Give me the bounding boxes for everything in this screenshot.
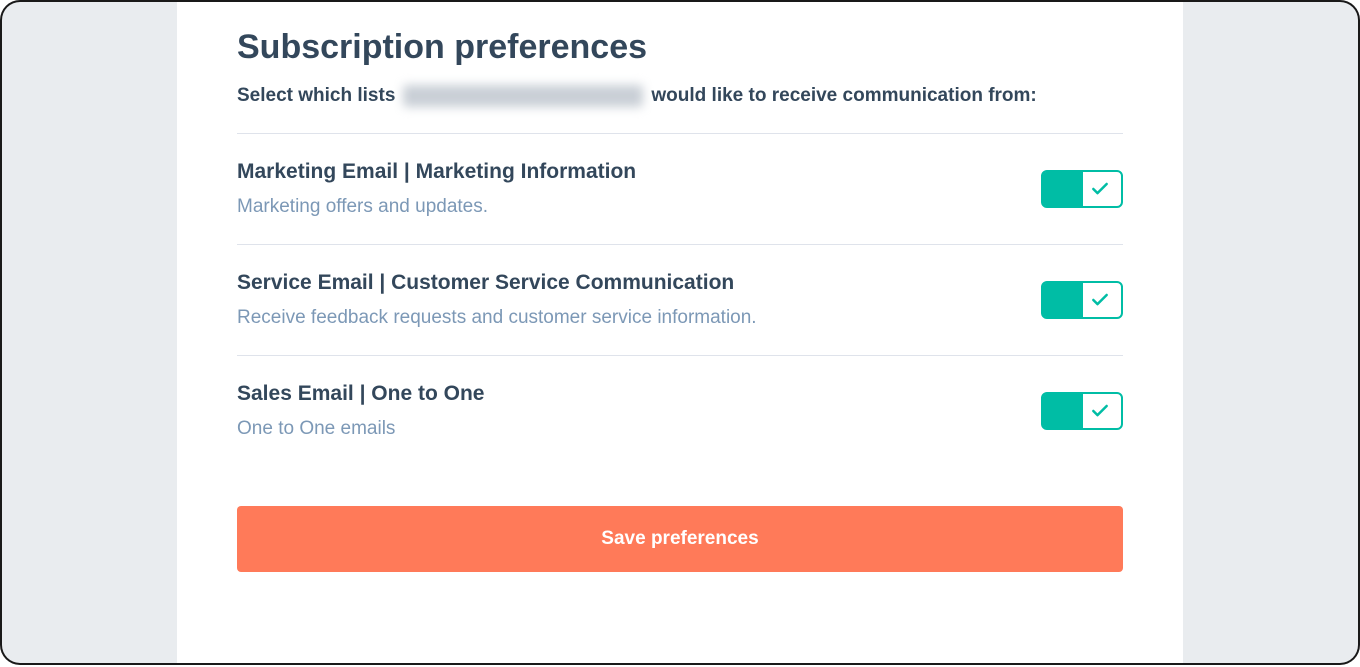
preference-title: Marketing Email | Marketing Information — [237, 160, 1001, 184]
toggle-service[interactable] — [1041, 281, 1123, 319]
preferences-card: Subscription preferences Select which li… — [177, 2, 1183, 663]
preference-text: Marketing Email | Marketing Information … — [237, 160, 1041, 218]
subtitle-suffix: would like to receive communication from… — [651, 85, 1036, 107]
subtitle-prefix: Select which lists — [237, 85, 395, 107]
check-icon — [1079, 283, 1121, 317]
check-icon — [1079, 172, 1121, 206]
preference-title: Service Email | Customer Service Communi… — [237, 271, 1001, 295]
preference-row-marketing: Marketing Email | Marketing Information … — [237, 134, 1123, 244]
toggle-marketing[interactable] — [1041, 170, 1123, 208]
preference-title: Sales Email | One to One — [237, 382, 1001, 406]
window-frame: Subscription preferences Select which li… — [2, 2, 1358, 663]
preference-row-service: Service Email | Customer Service Communi… — [237, 245, 1123, 355]
toggle-fill — [1043, 283, 1083, 317]
preference-description: Marketing offers and updates. — [237, 196, 1001, 218]
page-title: Subscription preferences — [237, 28, 1123, 67]
preference-description: One to One emails — [237, 418, 1001, 440]
preference-row-sales: Sales Email | One to One One to One emai… — [237, 356, 1123, 466]
page-subtitle: Select which lists would like to receive… — [237, 85, 1123, 107]
toggle-fill — [1043, 172, 1083, 206]
toggle-fill — [1043, 394, 1083, 428]
toggle-sales[interactable] — [1041, 392, 1123, 430]
redacted-email — [403, 85, 643, 107]
save-button[interactable]: Save preferences — [237, 506, 1123, 572]
preference-description: Receive feedback requests and customer s… — [237, 307, 1001, 329]
check-icon — [1079, 394, 1121, 428]
preference-text: Sales Email | One to One One to One emai… — [237, 382, 1041, 440]
preference-text: Service Email | Customer Service Communi… — [237, 271, 1041, 329]
